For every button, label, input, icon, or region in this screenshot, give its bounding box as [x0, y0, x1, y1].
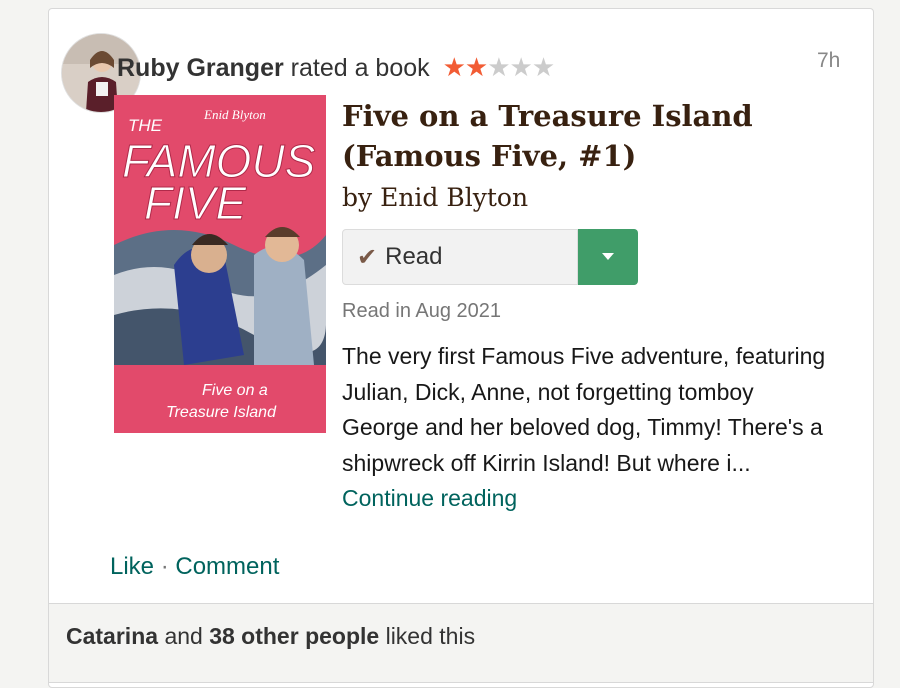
description-text: The very first Famous Five adventure, fe…: [342, 343, 826, 476]
cover-series-second: FIVE: [144, 177, 248, 229]
book-description: The very first Famous Five adventure, fe…: [342, 339, 832, 517]
update-actions: Like · Comment: [110, 553, 279, 581]
star-rating: ★★★★★: [442, 52, 556, 82]
likes-joiner: and: [164, 623, 203, 649]
book-title-link[interactable]: Five on a Treasure Island (Famous Five, …: [342, 96, 842, 176]
liker-name-link[interactable]: Catarina: [66, 623, 158, 649]
cover-subtitle-line1: Five on a: [202, 382, 268, 399]
book-cover[interactable]: THE Enid Blyton FAMOUS FIVE Five on a Tr…: [114, 95, 326, 433]
update-header: Ruby Granger rated a book ★★★★★: [117, 52, 556, 83]
likes-summary: Catarina and 38 other people liked this: [48, 603, 874, 683]
update-action-text: rated a book: [290, 54, 430, 82]
action-separator: ·: [160, 553, 169, 580]
user-name-link[interactable]: Ruby Granger: [117, 54, 284, 82]
continue-reading-link[interactable]: Continue reading: [342, 485, 517, 511]
other-likers-link[interactable]: 38 other people: [209, 623, 379, 649]
star-icon: ★: [509, 52, 533, 82]
shelf-status-label: Read: [385, 243, 443, 270]
book-author-link[interactable]: by Enid Blyton: [342, 183, 528, 212]
star-icon: ★: [464, 52, 488, 82]
star-icon: ★: [487, 52, 510, 82]
check-icon: ✔: [357, 243, 378, 271]
like-link[interactable]: Like: [110, 553, 154, 580]
cover-series-top: THE: [128, 116, 163, 135]
book-cover-art: THE Enid Blyton FAMOUS FIVE Five on a Tr…: [114, 95, 326, 433]
cover-brand: Enid Blyton: [203, 107, 266, 122]
timestamp[interactable]: 7h: [817, 49, 840, 73]
star-icon: ★: [442, 52, 466, 82]
comment-link[interactable]: Comment: [175, 553, 279, 580]
star-icon: ★: [531, 52, 555, 82]
shelf-status-button[interactable]: ✔ Read: [342, 229, 578, 285]
cover-subtitle-line2: Treasure Island: [166, 404, 277, 421]
shelf-dropdown-button[interactable]: [578, 229, 638, 285]
likes-suffix: liked this: [385, 623, 476, 649]
read-date: Read in Aug 2021: [342, 300, 502, 322]
caret-down-icon: [602, 253, 614, 260]
